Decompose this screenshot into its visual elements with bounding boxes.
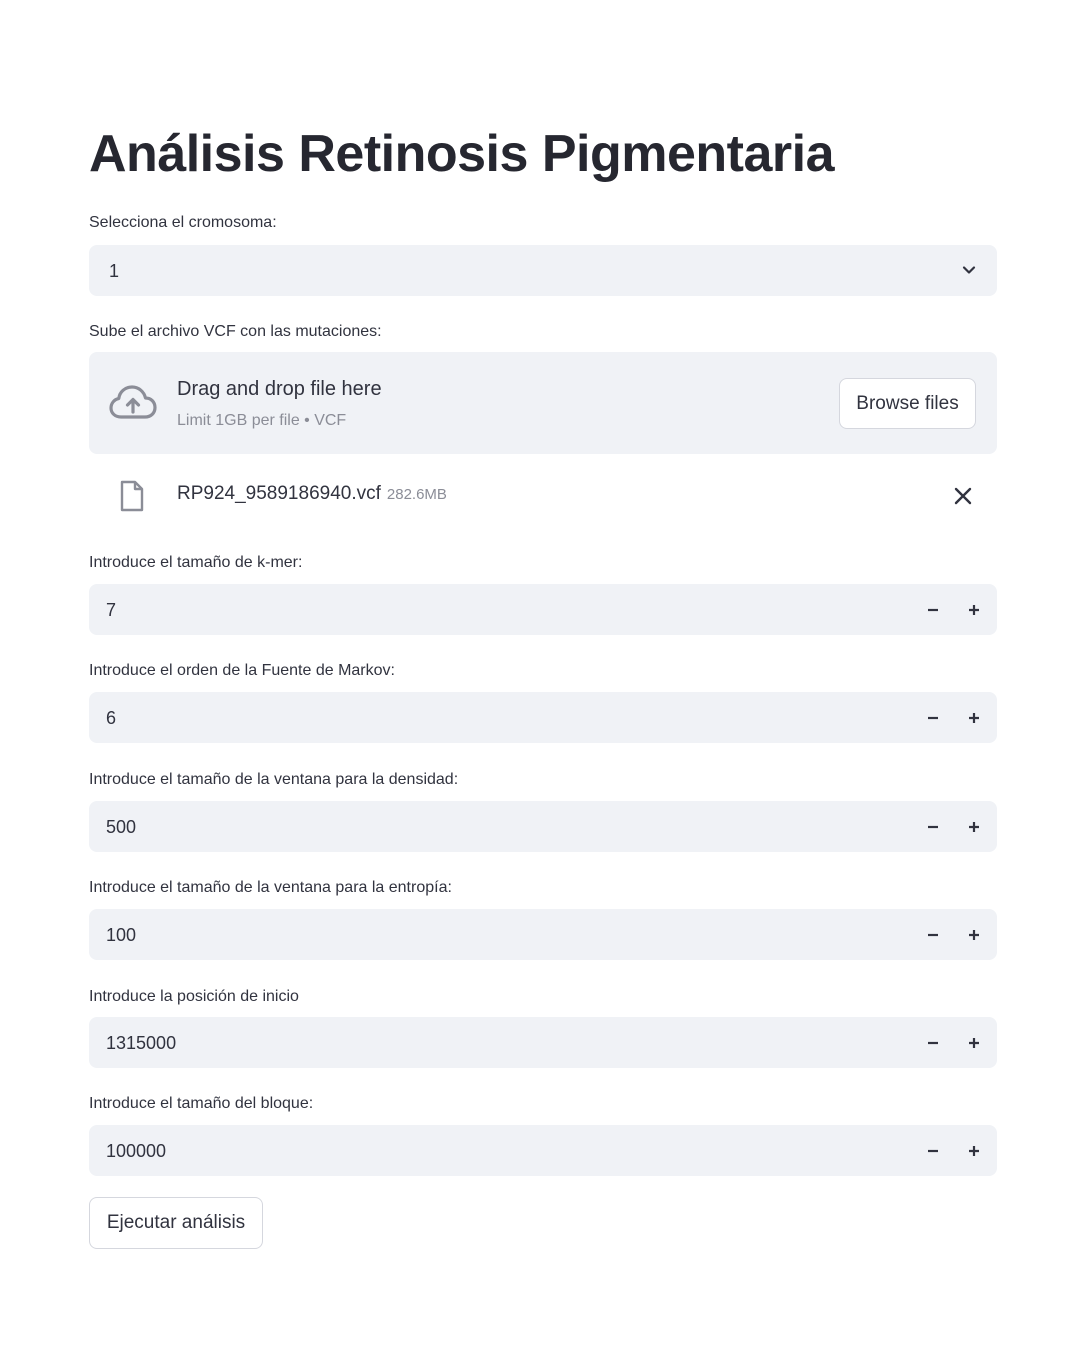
minus-icon [928,825,938,829]
chevron-down-icon [962,266,976,274]
dropzone-title: Drag and drop file here [177,378,382,400]
entropy-window-label: Introduce el tamaño de la ventana para l… [89,879,452,896]
file-name-text: RP924_9589186940.vcf [177,483,381,504]
block-decrement-button[interactable] [915,1133,951,1169]
entropy-decrement-button[interactable] [915,917,951,953]
plus-icon [969,713,979,723]
minus-icon [928,608,938,612]
minus-icon [928,1041,938,1045]
kmer-input[interactable]: 7 [89,584,997,635]
chromosome-label: Selecciona el cromosoma: [89,214,277,231]
start-position-value: 1315000 [106,1033,177,1053]
block-increment-button[interactable] [956,1133,992,1169]
markov-label: Introduce el orden de la Fuente de Marko… [89,662,395,679]
chromosome-select[interactable]: 1 [89,245,997,296]
markov-order-value: 6 [106,708,117,728]
markov-increment-button[interactable] [956,700,992,736]
file-dropzone[interactable]: Drag and drop file here Limit 1GB per fi… [89,352,997,454]
plus-icon [969,1146,979,1156]
minus-icon [928,933,938,937]
upload-label: Sube el archivo VCF con las mutaciones: [89,323,382,340]
block-size-label: Introduce el tamaño del bloque: [89,1095,314,1112]
file-size: 282.6MB [386,486,447,503]
entropy-window-input[interactable]: 100 [89,909,997,960]
uploaded-file-name: RP924_9589186940.vcf 282.6MB [177,482,447,507]
density-window-input[interactable]: 500 [89,801,997,852]
uploaded-file-row: RP924_9589186940.vcf 282.6MB [89,470,997,520]
density-window-label: Introduce el tamaño de la ventana para l… [89,771,459,788]
file-icon [120,480,144,512]
block-size-input[interactable]: 100000 [89,1125,997,1176]
density-increment-button[interactable] [956,809,992,845]
kmer-label: Introduce el tamaño de k-mer: [89,554,303,571]
kmer-decrement-button[interactable] [915,592,951,628]
kmer-value: 7 [106,600,117,620]
plus-icon [969,930,979,940]
block-size-value: 100000 [106,1141,167,1161]
kmer-increment-button[interactable] [956,592,992,628]
chromosome-select-value: 1 [109,261,120,281]
browse-files-button[interactable]: Browse files [839,378,976,429]
plus-icon [969,822,979,832]
minus-icon [928,716,938,720]
close-icon[interactable] [953,486,973,506]
cloud-upload-icon [109,385,157,419]
markov-decrement-button[interactable] [915,700,951,736]
entropy-increment-button[interactable] [956,917,992,953]
start-position-input[interactable]: 1315000 [89,1017,997,1068]
entropy-window-value: 100 [106,925,137,945]
plus-icon [969,605,979,615]
minus-icon [928,1149,938,1153]
page: Análisis Retinosis Pigmentaria Seleccion… [0,0,1080,1350]
markov-order-input[interactable]: 6 [89,692,997,743]
start-increment-button[interactable] [956,1025,992,1061]
page-title: Análisis Retinosis Pigmentaria [89,125,835,183]
density-window-value: 500 [106,817,137,837]
start-decrement-button[interactable] [915,1025,951,1061]
density-decrement-button[interactable] [915,809,951,845]
run-analysis-button[interactable]: Ejecutar análisis [89,1197,263,1249]
start-position-label: Introduce la posición de inicio [89,988,299,1005]
dropzone-limit: Limit 1GB per file • VCF [177,412,347,429]
plus-icon [969,1038,979,1048]
